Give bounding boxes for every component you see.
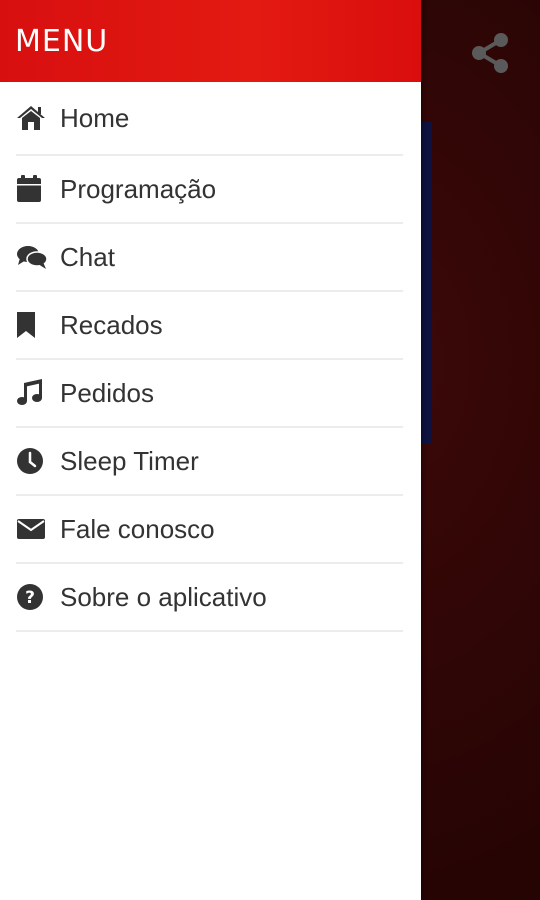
menu-item-recados[interactable]: Recados — [16, 292, 403, 360]
home-icon — [16, 102, 48, 134]
music-note-icon — [16, 377, 48, 409]
chat-icon — [16, 241, 48, 273]
menu-item-label: Chat — [60, 241, 115, 272]
share-button[interactable] — [466, 28, 514, 78]
calendar-icon — [16, 173, 48, 205]
svg-text:?: ? — [25, 588, 35, 608]
question-circle-icon: ? — [16, 581, 48, 613]
share-icon — [472, 33, 508, 73]
menu-item-home[interactable]: Home — [16, 82, 403, 156]
menu-item-label: Programação — [60, 173, 217, 204]
menu-item-pedidos[interactable]: Pedidos — [16, 360, 403, 428]
menu-item-label: Home — [60, 102, 130, 133]
drawer-title: MENU — [15, 23, 109, 59]
menu-item-sleep-timer[interactable]: Sleep Timer — [16, 428, 403, 496]
drawer-header: MENU — [0, 0, 421, 82]
menu-item-chat[interactable]: Chat — [16, 224, 403, 292]
bookmark-icon — [16, 309, 48, 341]
menu-list: Home Programação Chat Recados Pedidos Sl… — [0, 82, 421, 632]
menu-item-label: Pedidos — [60, 377, 154, 408]
menu-item-sobre[interactable]: ? Sobre o aplicativo — [16, 564, 403, 632]
envelope-icon — [16, 513, 48, 545]
menu-item-label: Sleep Timer — [60, 445, 199, 476]
menu-item-fale-conosco[interactable]: Fale conosco — [16, 496, 403, 564]
navigation-drawer: MENU Home Programação Chat Recados Pedid… — [0, 0, 421, 900]
menu-item-label: Fale conosco — [60, 513, 215, 544]
menu-item-label: Sobre o aplicativo — [60, 581, 267, 612]
clock-icon — [16, 445, 48, 477]
menu-item-programacao[interactable]: Programação — [16, 156, 403, 224]
menu-item-label: Recados — [60, 309, 163, 340]
